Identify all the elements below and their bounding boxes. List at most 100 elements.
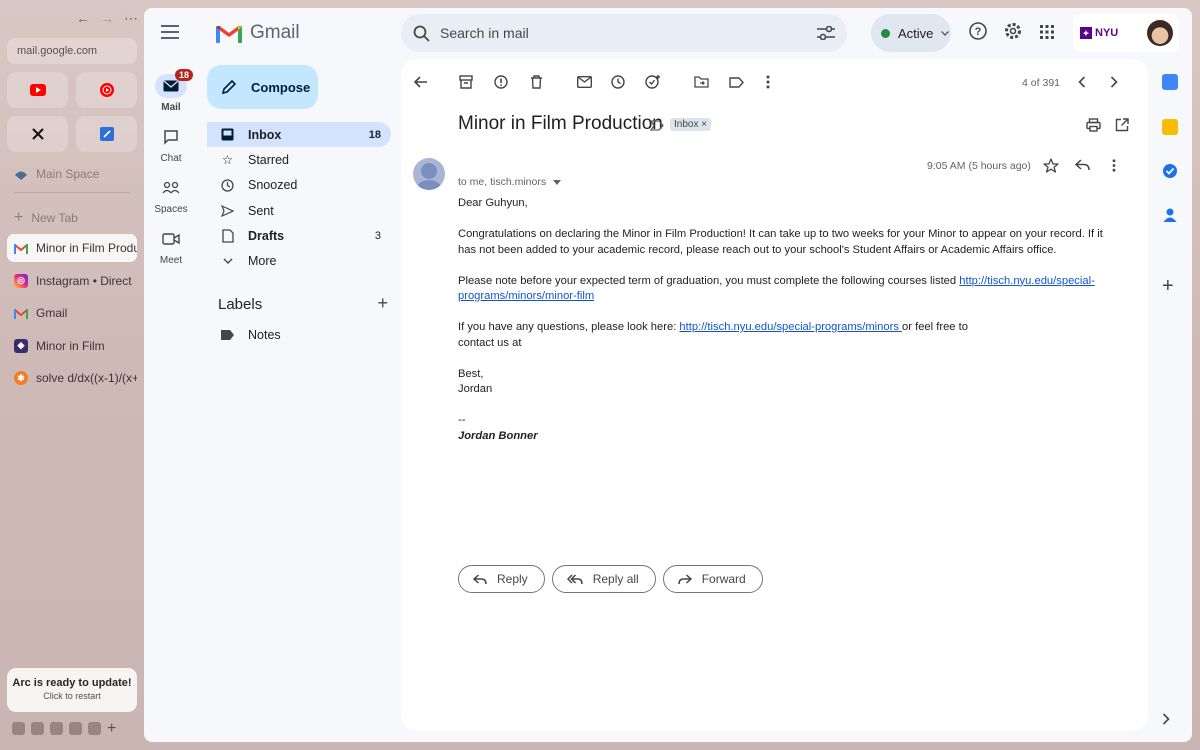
search-icon[interactable] (413, 25, 430, 42)
minors-link[interactable]: http://tisch.nyu.edu/special-programs/mi… (679, 321, 902, 333)
mail-badge: 18 (174, 69, 193, 81)
rail-mail[interactable]: 18 Mail (144, 69, 198, 113)
expand-panel-icon[interactable] (1162, 713, 1178, 729)
youtube-pin[interactable] (7, 72, 68, 108)
tab-minor-film-production[interactable]: Minor in Film Production (7, 234, 137, 262)
search-input[interactable] (440, 25, 807, 41)
nav-more[interactable]: More (207, 249, 391, 274)
snooze-icon[interactable] (610, 74, 626, 90)
mail-icon: 18 (155, 69, 193, 98)
chevron-right-icon[interactable] (1106, 74, 1122, 90)
space-switch-icon[interactable] (69, 722, 82, 735)
delete-icon[interactable] (528, 74, 544, 90)
print-icon[interactable] (1086, 118, 1101, 135)
gmail-icon (14, 241, 28, 255)
nav-starred[interactable]: ☆ Starred (207, 147, 391, 172)
sender-avatar[interactable] (413, 158, 445, 190)
nav-snoozed[interactable]: Snoozed (207, 173, 391, 198)
gmail-logo-icon (216, 25, 242, 43)
open-new-window-icon[interactable] (1115, 118, 1129, 135)
add-task-icon[interactable] (645, 74, 661, 90)
menu-icon[interactable] (161, 25, 179, 43)
tab-instagram[interactable]: ◎ Instagram • Direct (7, 267, 137, 295)
status-button[interactable]: Active (871, 14, 951, 52)
contacts-icon[interactable] (1162, 207, 1178, 223)
inbox-chip: Inbox × (670, 118, 712, 131)
keep-icon[interactable] (1162, 119, 1178, 135)
star-icon[interactable] (1043, 158, 1059, 176)
space-switch-icon[interactable] (31, 722, 44, 735)
tab-gmail[interactable]: Gmail (7, 299, 137, 327)
rail-chat[interactable]: Chat (144, 125, 198, 164)
update-banner[interactable]: Arc is ready to update! Click to restart (7, 668, 137, 712)
back-icon[interactable]: ← (76, 10, 90, 27)
x-pin[interactable] (7, 116, 68, 152)
folder-nav: Inbox 18 ☆ Starred Snoozed Sent Drafts 3… (207, 122, 391, 274)
more-vert-icon[interactable] (1112, 159, 1116, 175)
reply-icon[interactable] (1074, 159, 1090, 174)
nav-sent[interactable]: Sent (207, 198, 391, 223)
move-to-icon[interactable] (693, 74, 709, 90)
rail-spaces[interactable]: Spaces (144, 176, 198, 215)
account-button[interactable]: ✦ NYU (1073, 14, 1179, 52)
pinned-apps (7, 72, 137, 152)
notes-pin[interactable] (76, 116, 137, 152)
pencil-icon (221, 79, 237, 95)
archive-icon[interactable] (12, 722, 25, 735)
add-label-icon[interactable]: + (377, 294, 388, 313)
space-switch-icon[interactable] (88, 722, 101, 735)
space-main[interactable]: Main Space (14, 167, 99, 181)
message-time: 9:05 AM (5 hours ago) (927, 160, 1031, 172)
meet-icon (155, 227, 187, 251)
tasks-icon[interactable] (1162, 163, 1178, 179)
help-icon[interactable]: ? (969, 22, 987, 43)
rail-meet[interactable]: Meet (144, 227, 198, 266)
search-options-icon[interactable] (817, 26, 835, 40)
paragraph-1: Congratulations on declaring the Minor i… (458, 228, 1103, 256)
reply-all-icon (566, 573, 583, 584)
greeting: Dear Guhyun, (458, 197, 528, 209)
tab-wolfram[interactable]: ✱ solve d/dx((x-1)/(x+1)) (7, 364, 137, 392)
sidebar-divider (14, 192, 130, 193)
label-notes[interactable]: Notes (221, 328, 281, 342)
new-tab-button[interactable]: + New Tab (14, 209, 78, 227)
reply-icon (473, 573, 487, 584)
apps-grid-icon[interactable] (1040, 25, 1054, 42)
gmail-logo[interactable]: Gmail (216, 22, 300, 44)
compose-button[interactable]: Compose (207, 65, 318, 109)
more-icon[interactable]: ⋯ (124, 10, 138, 27)
forward-icon (677, 573, 692, 584)
gmail-window: 18 Mail Chat Spaces Meet Gmail Compose I… (144, 8, 1192, 742)
space-switch-icon[interactable] (50, 722, 63, 735)
mark-unread-icon[interactable] (576, 74, 592, 90)
close-icon[interactable]: × (701, 119, 707, 130)
back-arrow-icon[interactable] (413, 74, 429, 90)
draft-icon (221, 229, 234, 243)
forward-button[interactable]: Forward (662, 565, 763, 593)
svg-text:?: ? (975, 26, 982, 38)
more-vert-icon[interactable] (760, 74, 776, 90)
instagram-icon: ◎ (14, 273, 28, 288)
recipients-line[interactable]: to me, tisch.minors (458, 176, 562, 188)
chat-icon (155, 125, 187, 149)
add-addon-icon[interactable]: + (1162, 276, 1178, 296)
importance-marker-icon[interactable] (649, 119, 664, 134)
report-spam-icon[interactable] (493, 74, 509, 90)
reply-button[interactable]: Reply (458, 565, 545, 593)
nav-drafts[interactable]: Drafts 3 (207, 224, 391, 249)
add-space-icon[interactable]: + (107, 721, 116, 737)
caret-down-icon (553, 180, 562, 185)
youtube-music-pin[interactable] (76, 72, 137, 108)
edit-note-icon (99, 127, 114, 141)
archive-icon[interactable] (458, 74, 474, 90)
nav-inbox[interactable]: Inbox 18 (207, 122, 391, 147)
gear-icon[interactable] (1004, 22, 1022, 43)
star-icon: ☆ (221, 153, 234, 168)
url-bar[interactable]: mail.google.com (7, 38, 137, 64)
label-icon[interactable] (728, 74, 744, 90)
tab-minor-in-film[interactable]: ◆ Minor in Film (7, 332, 137, 360)
calendar-icon[interactable] (1162, 74, 1178, 90)
forward-icon[interactable]: → (100, 10, 114, 27)
reply-all-button[interactable]: Reply all (551, 565, 656, 593)
chevron-left-icon[interactable] (1074, 74, 1090, 90)
